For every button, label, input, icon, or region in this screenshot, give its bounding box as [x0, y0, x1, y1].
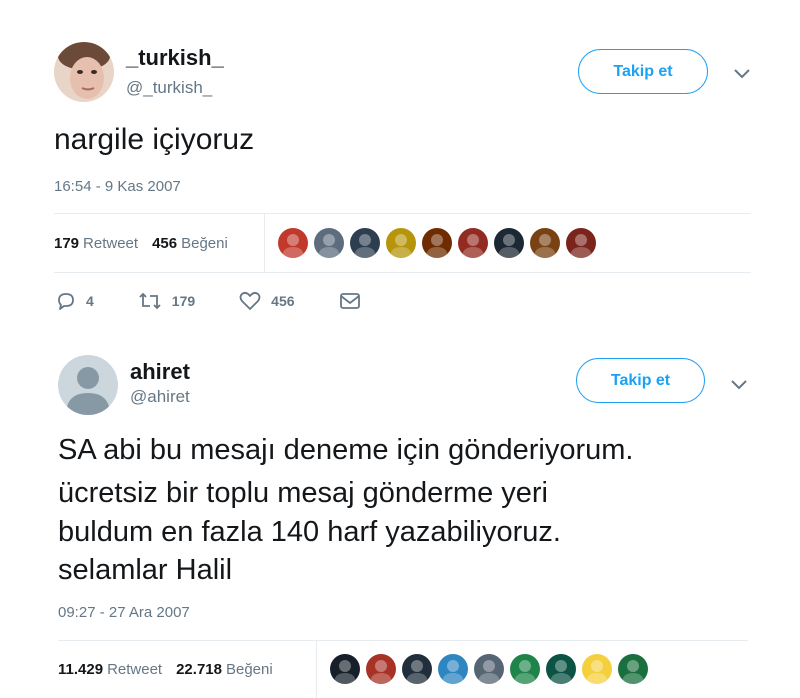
retweet-label[interactable]: Retweet: [107, 661, 162, 678]
liker-avatar[interactable]: [494, 228, 524, 258]
liker-avatar[interactable]: [474, 654, 504, 684]
like-button[interactable]: 456: [239, 291, 295, 311]
tweet-card: ahiret @ahiret Takip et SA abi bu mesajı…: [0, 335, 800, 698]
display-name[interactable]: _turkish_: [126, 45, 224, 71]
liker-avatar[interactable]: [458, 228, 488, 258]
reply-icon: [58, 293, 74, 310]
divider: [316, 641, 317, 698]
tweet-stats: 11.429 Retweet 22.718 Beğeni: [58, 661, 287, 678]
like-label[interactable]: Beğeni: [226, 661, 273, 678]
like-count[interactable]: 456: [152, 235, 177, 252]
tweet-text-line: buldum en fazla 140 harf yazabiliyoruz.: [58, 516, 561, 548]
avatar[interactable]: [54, 42, 114, 102]
liker-avatar[interactable]: [314, 228, 344, 258]
liker-avatar[interactable]: [530, 228, 560, 258]
liker-avatar[interactable]: [582, 654, 612, 684]
timestamp[interactable]: 16:54 - 9 Kas 2007: [54, 178, 181, 195]
chevron-down-icon[interactable]: [733, 68, 751, 80]
liker-avatar[interactable]: [330, 654, 360, 684]
liker-avatar[interactable]: [510, 654, 540, 684]
action-bar: 4 179 456: [56, 291, 405, 311]
divider: [264, 214, 265, 272]
dm-button[interactable]: [339, 292, 361, 310]
liker-avatar[interactable]: [366, 654, 396, 684]
liker-avatar[interactable]: [566, 228, 596, 258]
tweet-text-line: selamlar Halil: [58, 554, 233, 586]
display-name[interactable]: ahiret: [130, 359, 190, 385]
liker-avatar[interactable]: [278, 228, 308, 258]
divider: [58, 640, 748, 641]
liker-avatars: [330, 654, 654, 684]
retweet-count[interactable]: 11.429: [58, 661, 103, 678]
follow-button[interactable]: Takip et: [578, 49, 708, 94]
liker-avatar[interactable]: [386, 228, 416, 258]
liker-avatars: [278, 228, 602, 258]
retweet-label[interactable]: Retweet: [83, 235, 138, 252]
tweet-text: nargile içiyoruz: [54, 123, 255, 156]
retweet-count[interactable]: 179: [54, 235, 79, 252]
reply-button[interactable]: 4: [56, 291, 94, 311]
avatar[interactable]: [58, 355, 118, 415]
tweet-text-line: ücretsiz bir toplu mesaj gönderme yeri: [58, 477, 548, 509]
liker-avatar[interactable]: [402, 654, 432, 684]
tweet-stats: 179 Retweet 456 Beğeni: [54, 235, 242, 252]
like-label[interactable]: Beğeni: [181, 235, 228, 252]
follow-button[interactable]: Takip et: [576, 358, 705, 403]
retweet-button[interactable]: 179: [138, 291, 195, 311]
like-count[interactable]: 22.718: [176, 661, 222, 678]
envelope-icon: [339, 293, 360, 309]
liker-avatar[interactable]: [438, 654, 468, 684]
heart-icon: [239, 291, 261, 310]
retweet-icon: [139, 292, 161, 310]
tweet-card: _turkish_ @_turkish_ Takip et nargile iç…: [0, 0, 800, 335]
retweet-action-count: 179: [171, 293, 196, 309]
liker-avatar[interactable]: [546, 654, 576, 684]
reply-count: 4: [86, 293, 94, 309]
chevron-down-icon[interactable]: [730, 379, 748, 391]
timestamp[interactable]: 09:27 - 27 Ara 2007: [58, 604, 190, 621]
like-action-count: 456: [271, 293, 295, 309]
tweet-text-line: SA abi bu mesajı deneme için gönderiyoru…: [58, 434, 634, 466]
user-handle[interactable]: @_turkish_: [126, 78, 212, 98]
liker-avatar[interactable]: [618, 654, 648, 684]
user-handle[interactable]: @ahiret: [130, 387, 190, 407]
divider: [54, 213, 751, 214]
liker-avatar[interactable]: [350, 228, 380, 258]
liker-avatar[interactable]: [422, 228, 452, 258]
divider: [54, 272, 751, 273]
